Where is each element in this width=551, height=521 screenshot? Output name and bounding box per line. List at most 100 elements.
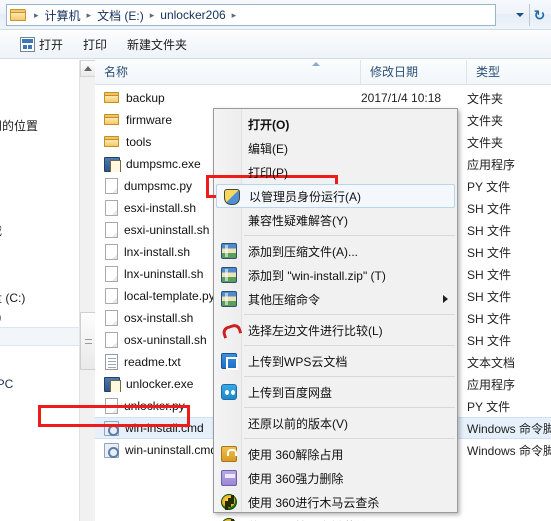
- file-name-cell[interactable]: backup: [95, 90, 361, 106]
- toolbar-new-folder-label: 新建文件夹: [127, 38, 188, 52]
- context-menu-item-10[interactable]: 上传到百度网盘: [214, 380, 457, 404]
- breadcrumb-item-0[interactable]: 计算机: [42, 6, 84, 25]
- toolbar-new-folder-button[interactable]: 新建文件夹: [117, 34, 197, 56]
- context-menu-item-8[interactable]: 选择左边文件进行比较(L): [214, 318, 457, 342]
- submenu-arrow-icon: [443, 295, 448, 303]
- file-icon: [105, 398, 118, 414]
- file-name-label: esxi-uninstall.sh: [124, 223, 210, 237]
- context-menu-separator: [244, 345, 455, 346]
- context-menu-item-label: 打印(P): [248, 165, 288, 180]
- scroll-up-arrow-icon[interactable]: [80, 60, 95, 77]
- context-menu-item-label: 打开(O): [248, 117, 290, 132]
- file-type-cell: SH 文件: [467, 201, 512, 216]
- rar-icon: [221, 243, 237, 259]
- column-header-type[interactable]: 类型: [467, 60, 551, 85]
- file-name-label: unlocker.py: [124, 399, 185, 413]
- del360-icon: [221, 470, 237, 486]
- nav-item-label: 迅雷下载: [0, 224, 2, 238]
- file-type-cell: 文本文档: [467, 355, 516, 370]
- file-name-label: firmware: [126, 113, 173, 127]
- context-menu-item-label: 其他压缩命令: [248, 292, 321, 307]
- context-menu-separator: [244, 376, 455, 377]
- context-menu-item-2[interactable]: 打印(P): [214, 160, 457, 184]
- cmd-icon: [104, 442, 119, 458]
- breadcrumb[interactable]: ▸ 计算机 ▸ 文档 (E:) ▸ unlocker206 ▸: [6, 4, 496, 26]
- file-type-cell: SH 文件: [467, 267, 512, 282]
- navigation-pane: 收藏夹下载桌面最近访问的位置库视频图片文档迅雷下载音乐计算机本地磁盘 (C:)软…: [0, 60, 95, 521]
- context-menu-item-label: 上传到百度网盘: [248, 385, 333, 400]
- file-name-label: lnx-uninstall.sh: [124, 267, 204, 281]
- file-type-cell: SH 文件: [467, 311, 512, 326]
- column-header-date[interactable]: 修改日期: [361, 60, 467, 85]
- context-menu[interactable]: 打开(O) 编辑(E) 打印(P) 以管理员身份运行(A) 兼容性疑难解答(Y) 添加到压…: [213, 108, 458, 521]
- file-type-cell: 应用程序: [467, 377, 516, 392]
- file-type-cell: 文件夹: [467, 113, 504, 128]
- file-name-label: tools: [126, 135, 152, 149]
- context-menu-item-label: 还原以前的版本(V): [248, 416, 348, 431]
- caret-glyph: [516, 13, 524, 17]
- breadcrumb-item-1[interactable]: 文档 (E:): [94, 6, 147, 25]
- toolbar-open-button[interactable]: 打开: [10, 34, 73, 56]
- folder-icon: [104, 90, 120, 106]
- context-menu-item-7[interactable]: 其他压缩命令: [214, 287, 457, 311]
- nav-item-label: 软件 (D:): [0, 310, 1, 324]
- folder-icon: [10, 8, 27, 22]
- context-menu-item-6[interactable]: 添加到 "win-install.zip" (T): [214, 263, 457, 287]
- nav-item-label: 最近访问的位置: [0, 119, 39, 133]
- file-type-cell: SH 文件: [467, 223, 512, 238]
- column-header-name-label: 名称: [104, 65, 129, 79]
- chevron-down-icon[interactable]: [509, 4, 531, 26]
- rar-icon: [221, 291, 237, 307]
- context-menu-item-9[interactable]: 上传到WPS云文档: [214, 349, 457, 373]
- scrollbar-thumb[interactable]: [80, 312, 95, 370]
- shield-icon: [224, 189, 240, 205]
- context-menu-items: 打开(O) 编辑(E) 打印(P) 以管理员身份运行(A) 兼容性疑难解答(Y) 添加到压…: [214, 109, 457, 521]
- file-icon: [105, 178, 118, 194]
- nav-item-label: 本地磁盘 (C:): [0, 291, 26, 305]
- toolbar: 打开 打印 新建文件夹: [0, 31, 551, 59]
- context-menu-separator: [244, 314, 455, 315]
- context-menu-item-14[interactable]: 使用 360进行木马云查杀: [214, 490, 457, 514]
- context-menu-item-12[interactable]: 使用 360解除占用: [214, 442, 457, 466]
- toolbar-open-label: 打开: [39, 38, 64, 52]
- context-menu-item-label: 使用 360管理右键菜单: [248, 518, 367, 521]
- table-row[interactable]: backup 2017/1/4 10:18 文件夹: [95, 87, 551, 109]
- context-menu-item-15[interactable]: 使用 360管理右键菜单: [214, 514, 457, 521]
- breadcrumb-separator: ▸: [231, 9, 237, 20]
- exe-icon: [104, 376, 121, 392]
- context-menu-separator: [244, 407, 455, 408]
- column-headers: 名称 修改日期 类型: [95, 60, 551, 85]
- context-menu-item-label: 以管理员身份运行(A): [249, 189, 361, 204]
- toolbar-print-button[interactable]: 打印: [73, 34, 117, 56]
- context-menu-item-label: 兼容性疑难解答(Y): [248, 213, 348, 228]
- breadcrumb-item-2[interactable]: unlocker206: [157, 7, 228, 23]
- context-menu-separator: [244, 235, 455, 236]
- file-type-cell: SH 文件: [467, 245, 512, 260]
- context-menu-item-label: 添加到 "win-install.zip" (T): [248, 268, 386, 283]
- column-header-name[interactable]: 名称: [95, 60, 361, 85]
- file-name-label: dumpsmc.py: [124, 179, 193, 193]
- file-name-label: backup: [126, 91, 165, 105]
- breadcrumb-separator: ▸: [34, 9, 39, 20]
- refresh-icon[interactable]: ↻: [529, 4, 549, 26]
- file-type-cell: PY 文件: [467, 399, 511, 414]
- grip-icon: [84, 338, 92, 344]
- context-menu-item-label: 使用 360强力删除: [248, 471, 344, 486]
- navigation-scrollbar[interactable]: [79, 60, 95, 521]
- context-menu-item-0[interactable]: 打开(O): [214, 112, 457, 136]
- context-menu-item-label: 添加到压缩文件(A)...: [248, 244, 358, 259]
- file-type-cell: 文件夹: [467, 135, 504, 150]
- context-menu-item-13[interactable]: 使用 360强力删除: [214, 466, 457, 490]
- file-name-label: local-template.py: [124, 289, 215, 303]
- context-menu-item-label: 使用 360进行木马云查杀: [248, 495, 380, 510]
- context-menu-item-1[interactable]: 编辑(E): [214, 136, 457, 160]
- context-menu-item-4[interactable]: 兼容性疑难解答(Y): [214, 208, 457, 232]
- wps-icon: [221, 353, 238, 370]
- context-menu-item-5[interactable]: 添加到压缩文件(A)...: [214, 239, 457, 263]
- context-menu-item-3[interactable]: 以管理员身份运行(A): [216, 184, 455, 208]
- cmd-icon: [104, 420, 119, 436]
- file-name-label: win-install.cmd: [125, 421, 204, 435]
- file-icon: [105, 200, 118, 216]
- folder-icon: [104, 112, 120, 128]
- context-menu-item-11[interactable]: 还原以前的版本(V): [214, 411, 457, 435]
